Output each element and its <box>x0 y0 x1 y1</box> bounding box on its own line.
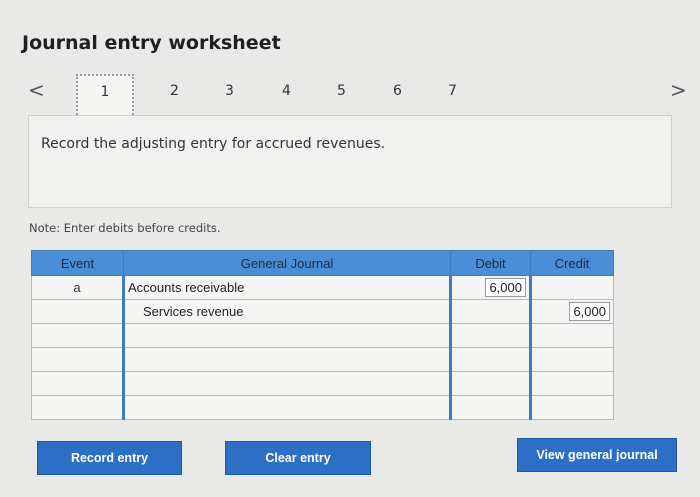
account-select[interactable] <box>122 395 451 420</box>
event-cell[interactable] <box>31 371 124 396</box>
prompt-box: Record the adjusting entry for accrued r… <box>28 115 672 208</box>
event-cell[interactable] <box>31 347 124 372</box>
col-header-credit: Credit <box>530 250 614 276</box>
instruction-note: Note: Enter debits before credits. <box>29 221 221 235</box>
account-select[interactable]: Accounts receivable <box>122 275 451 300</box>
account-select[interactable] <box>122 347 451 372</box>
col-header-event: Event <box>31 250 124 276</box>
credit-input[interactable] <box>529 275 614 300</box>
debit-input[interactable] <box>449 347 531 372</box>
credit-value: 6,000 <box>569 302 610 321</box>
journal-table: Event General Journal Debit Credit a Acc… <box>31 250 614 420</box>
step-tab-6[interactable]: 6 <box>393 83 402 99</box>
step-tab-5[interactable]: 5 <box>337 83 346 99</box>
account-select[interactable] <box>122 371 451 396</box>
credit-input[interactable] <box>529 371 614 396</box>
clear-entry-button[interactable]: Clear entry <box>225 441 371 475</box>
prompt-text: Record the adjusting entry for accrued r… <box>41 136 386 152</box>
chevron-right-icon[interactable]: > <box>670 78 687 102</box>
table-row <box>31 347 614 372</box>
table-row <box>31 371 614 396</box>
step-tab-7[interactable]: 7 <box>448 83 457 99</box>
table-row <box>31 323 614 348</box>
event-cell[interactable] <box>31 395 124 420</box>
debit-input[interactable] <box>449 371 531 396</box>
table-row: Services revenue 6,000 <box>31 299 614 324</box>
col-header-general-journal: General Journal <box>123 250 451 276</box>
debit-input[interactable]: 6,000 <box>449 275 531 300</box>
table-row <box>31 395 614 420</box>
credit-input[interactable] <box>529 347 614 372</box>
table-row: a Accounts receivable 6,000 <box>31 275 614 300</box>
debit-input[interactable] <box>449 395 531 420</box>
step-tab-2[interactable]: 2 <box>170 83 179 99</box>
credit-input[interactable] <box>529 395 614 420</box>
credit-input[interactable] <box>529 323 614 348</box>
event-cell[interactable]: a <box>31 275 124 300</box>
page-title: Journal entry worksheet <box>22 32 281 54</box>
event-cell[interactable] <box>31 323 124 348</box>
account-select[interactable] <box>122 323 451 348</box>
col-header-debit: Debit <box>450 250 531 276</box>
debit-input[interactable] <box>449 299 531 324</box>
chevron-left-icon[interactable]: < <box>28 78 45 102</box>
debit-value: 6,000 <box>485 278 526 297</box>
journal-header-row: Event General Journal Debit Credit <box>31 250 614 276</box>
account-select[interactable]: Services revenue <box>122 299 451 324</box>
record-entry-button[interactable]: Record entry <box>37 441 182 475</box>
event-cell[interactable] <box>31 299 124 324</box>
step-tab-3[interactable]: 3 <box>225 83 234 99</box>
view-general-journal-button[interactable]: View general journal <box>517 438 677 472</box>
debit-input[interactable] <box>449 323 531 348</box>
credit-input[interactable]: 6,000 <box>529 299 614 324</box>
step-tab-4[interactable]: 4 <box>282 83 291 99</box>
